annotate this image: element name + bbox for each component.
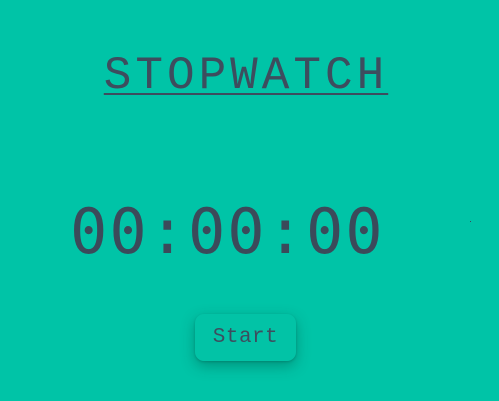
stray-dot	[470, 221, 471, 222]
page-title: STOPWATCH	[103, 50, 389, 102]
time-display: 00:00:00	[70, 195, 385, 268]
start-button[interactable]: Start	[195, 314, 296, 361]
